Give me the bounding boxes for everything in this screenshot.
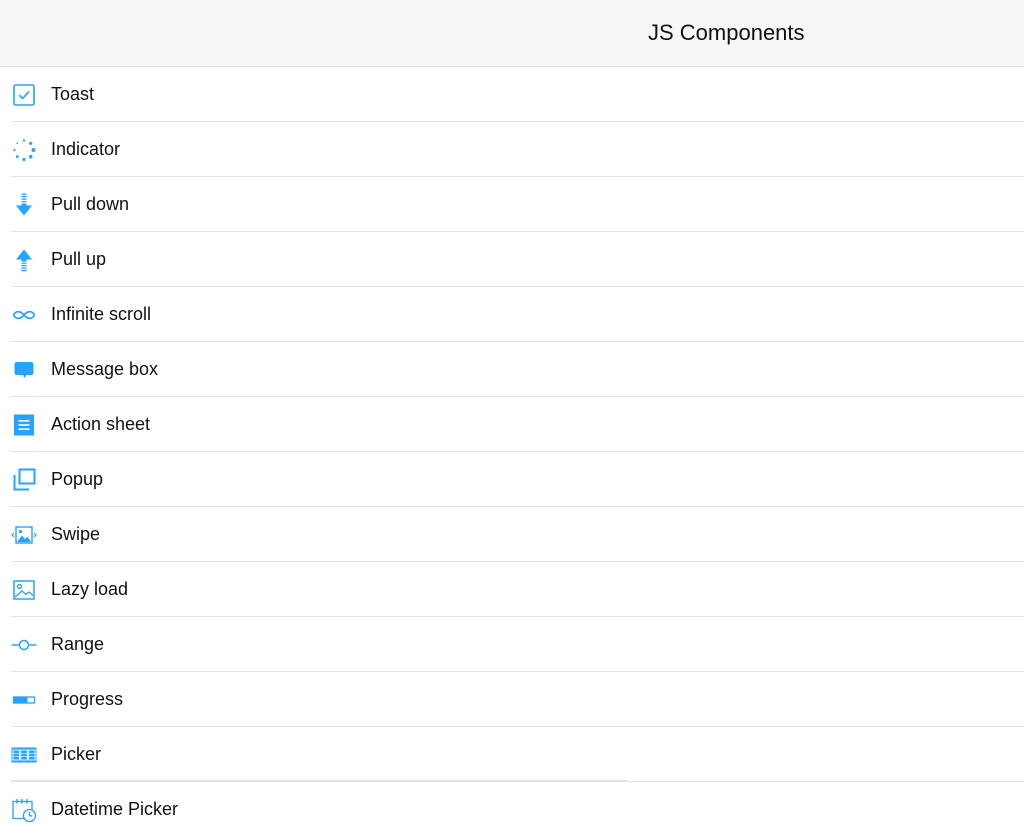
list-item-label: Indicator — [51, 139, 121, 159]
component-list: Toast Indicator Pull down Pull up Infini… — [0, 67, 1024, 837]
list-item-label: Progress — [51, 689, 124, 709]
image-icon — [11, 577, 37, 603]
list-item-label: Popup — [51, 469, 104, 489]
infinity-icon — [11, 302, 37, 328]
list-item-pull-up[interactable]: Pull up — [0, 232, 1024, 287]
list-item-lazy-load[interactable]: Lazy load — [0, 562, 1024, 617]
list-item-action-sheet[interactable]: Action sheet — [0, 397, 1024, 452]
list-item-progress[interactable]: Progress — [0, 672, 1024, 727]
list-item-swipe[interactable]: Swipe — [0, 507, 1024, 562]
list-item-label: Toast — [51, 84, 95, 104]
list-item-popup[interactable]: Popup — [0, 452, 1024, 507]
list-item-toast[interactable]: Toast — [0, 67, 1024, 122]
message-bubble-icon — [11, 357, 37, 383]
list-item-message-box[interactable]: Message box — [0, 342, 1024, 397]
calendar-clock-icon — [11, 797, 37, 823]
list-item-label: Pull down — [51, 194, 130, 214]
list-item-infinite-scroll[interactable]: Infinite scroll — [0, 287, 1024, 342]
list-item-label: Message box — [51, 359, 159, 379]
list-item-label: Range — [51, 634, 105, 654]
range-slider-icon — [11, 632, 37, 658]
picker-wheel-icon — [11, 742, 37, 768]
popup-icon — [11, 467, 37, 493]
arrow-up-icon — [11, 247, 37, 273]
list-item-picker[interactable]: Picker — [0, 727, 1024, 782]
list-item-datetime-picker[interactable]: Datetime Picker — [0, 782, 1024, 837]
arrow-down-icon — [11, 192, 37, 218]
list-item-label: Datetime Picker — [51, 799, 179, 819]
checkbox-icon — [11, 82, 37, 108]
list-sheet-icon — [11, 412, 37, 438]
swipe-image-icon — [11, 522, 37, 548]
page-title: JS Components — [648, 20, 805, 45]
list-item-label: Action sheet — [51, 414, 151, 434]
list-item-label: Swipe — [51, 524, 101, 544]
list-item-label: Infinite scroll — [51, 304, 152, 324]
progress-bar-icon — [11, 687, 37, 713]
list-item-range[interactable]: Range — [0, 617, 1024, 672]
list-item-label: Pull up — [51, 249, 107, 269]
navbar: JS Components — [0, 0, 1024, 67]
list-item-indicator[interactable]: Indicator — [0, 122, 1024, 177]
list-item-label: Picker — [51, 744, 102, 764]
divider — [11, 780, 627, 781]
list-item-label: Lazy load — [51, 579, 129, 599]
spinner-icon — [11, 137, 37, 163]
list-item-pull-down[interactable]: Pull down — [0, 177, 1024, 232]
